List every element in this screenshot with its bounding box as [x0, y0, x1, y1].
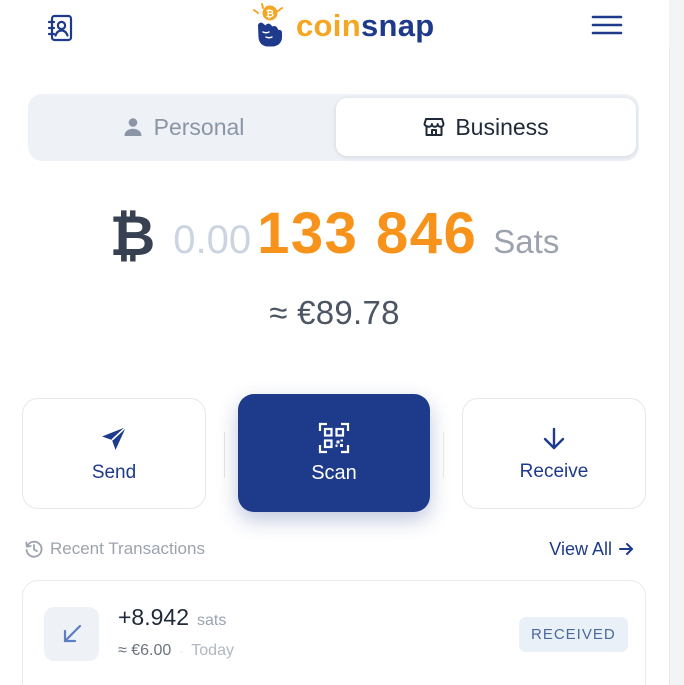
balance-unit: Sats [493, 223, 560, 260]
qr-code-icon [318, 422, 350, 453]
contacts-button[interactable] [42, 10, 78, 46]
transaction-row[interactable]: +8.942 sats ≈ €6.00 · Today RECEIVED [22, 580, 646, 685]
arrow-down-left-icon [63, 624, 81, 643]
transaction-type-badge [44, 607, 99, 661]
arrow-down-icon [543, 427, 565, 449]
balance-sats-amount: 133 846 [257, 201, 478, 266]
transaction-amount-unit: sats [197, 612, 227, 629]
menu-button[interactable] [588, 8, 626, 42]
page-edge [669, 0, 684, 685]
hamburger-menu-icon [591, 15, 623, 35]
scan-button[interactable]: Scan [238, 394, 430, 512]
address-book-icon [47, 14, 73, 42]
coinsnap-logo: ₿ coinsnap [248, 0, 435, 52]
tab-personal-label: Personal [153, 113, 245, 140]
recent-transactions-header: Recent Transactions View All [24, 536, 634, 562]
transaction-amount-value: +8.942 [118, 604, 189, 630]
account-type-toggle: Personal Business [28, 94, 639, 161]
view-all-label: View All [549, 538, 612, 559]
transaction-meta: ≈ €6.00 · Today [118, 642, 234, 660]
scan-label: Scan [311, 461, 357, 484]
history-icon [25, 540, 43, 558]
balance-display: ₿ 0.00 133 846 Sats [0, 200, 669, 280]
logo-word-snap: snap [360, 8, 435, 43]
app-header: ₿ coinsnap [0, 0, 669, 60]
bitcoin-symbol: ₿ [109, 204, 156, 267]
logo-wordmark: coinsnap [296, 8, 435, 44]
logo-hand-icon: ₿ [253, 3, 283, 47]
arrow-right-icon [619, 543, 633, 555]
receive-button[interactable]: Receive [462, 398, 646, 509]
store-icon [423, 118, 445, 136]
send-button[interactable]: Send [22, 398, 206, 509]
balance-dim-prefix: 0.00 [173, 218, 252, 262]
receive-label: Receive [519, 460, 589, 482]
transaction-date: Today [191, 642, 234, 659]
tab-business[interactable]: Business [336, 98, 636, 156]
logo-bitcoin-glyph: ₿ [266, 8, 274, 20]
transaction-separator: · [179, 644, 184, 658]
tab-personal[interactable]: Personal [32, 98, 334, 156]
fiat-balance: ≈ €89.78 [269, 294, 400, 331]
paper-plane-icon [102, 425, 127, 450]
transaction-fiat: ≈ €6.00 [118, 642, 172, 659]
tab-business-label: Business [455, 113, 549, 140]
logo-word-coin: coin [296, 8, 361, 43]
transaction-amount: +8.942 sats [118, 604, 226, 631]
recent-transactions-title: Recent Transactions [24, 539, 205, 559]
person-icon [124, 118, 142, 136]
divider [443, 432, 444, 478]
view-all-link[interactable]: View All [549, 539, 634, 560]
recent-transactions-label: Recent Transactions [50, 539, 205, 558]
divider [224, 432, 225, 478]
status-badge: RECEIVED [519, 617, 628, 652]
send-label: Send [91, 461, 137, 483]
